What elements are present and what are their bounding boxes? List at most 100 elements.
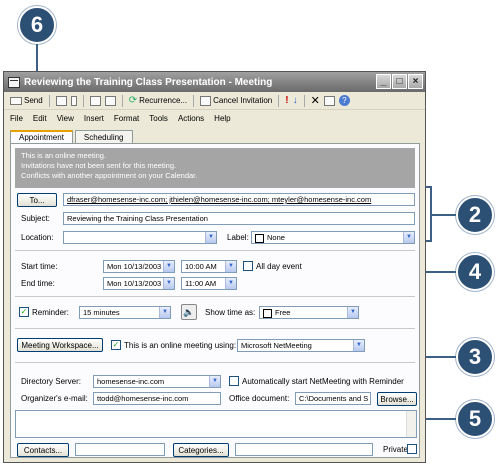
chevron-down-icon[interactable]: ▼ bbox=[159, 307, 170, 318]
toolbar-separator bbox=[303, 94, 305, 107]
divider bbox=[15, 296, 415, 297]
info-line: Invitations have not been sent for this … bbox=[21, 161, 177, 170]
contacts-field[interactable] bbox=[75, 443, 165, 456]
menu-format[interactable]: Format bbox=[114, 114, 139, 123]
title-bar: Reviewing the Training Class Presentatio… bbox=[4, 72, 425, 92]
online-meeting-label: This is an online meeting using: bbox=[124, 341, 237, 350]
browse-button[interactable]: Browse... bbox=[377, 392, 417, 406]
online-meeting-dropdown[interactable]: Microsoft NetMeeting ▼ bbox=[237, 339, 365, 352]
meeting-workspace-button[interactable]: Meeting Workspace... bbox=[17, 338, 103, 352]
close-button[interactable]: × bbox=[408, 74, 423, 89]
high-importance-icon[interactable]: ! bbox=[285, 95, 288, 106]
notes-area[interactable] bbox=[15, 410, 417, 438]
directory-server-dropdown[interactable]: homesense-inc.com ▼ bbox=[93, 375, 221, 388]
send-icon bbox=[10, 96, 22, 105]
chevron-down-icon[interactable]: ▼ bbox=[163, 261, 174, 272]
private-label: Private bbox=[383, 445, 408, 454]
divider bbox=[15, 362, 415, 363]
menu-edit[interactable]: Edit bbox=[33, 114, 47, 123]
maximize-button[interactable]: □ bbox=[392, 74, 407, 89]
chevron-down-icon[interactable]: ▼ bbox=[209, 376, 220, 387]
minimize-button[interactable]: _ bbox=[376, 74, 391, 89]
reminder-checkbox[interactable]: ✓ bbox=[19, 307, 29, 317]
chevron-down-icon[interactable]: ▼ bbox=[225, 261, 236, 272]
to-button[interactable]: To... bbox=[17, 193, 57, 207]
recurrence-button[interactable]: ⟳ Recurrence... bbox=[129, 95, 187, 106]
toolbar-separator bbox=[278, 94, 280, 107]
info-line: Conflicts with another appointment on yo… bbox=[21, 171, 198, 180]
free-swatch bbox=[263, 308, 272, 318]
menu-tools[interactable]: Tools bbox=[149, 114, 168, 123]
callout-6: 6 bbox=[18, 6, 56, 44]
auto-start-checkbox[interactable] bbox=[229, 376, 239, 386]
delete-icon[interactable]: ✕ bbox=[311, 94, 320, 107]
location-label: Location: bbox=[21, 233, 54, 242]
chevron-down-icon[interactable]: ▼ bbox=[225, 278, 236, 289]
tab-appointment[interactable]: Appointment bbox=[10, 130, 73, 144]
toolbar-separator bbox=[193, 94, 195, 107]
appointment-panel: This is an online meeting. Invitations h… bbox=[10, 143, 420, 458]
label-dropdown[interactable]: None ▼ bbox=[251, 231, 415, 244]
cancel-invitation-button[interactable]: Cancel Invitation bbox=[200, 95, 272, 106]
all-day-checkbox[interactable] bbox=[243, 261, 253, 271]
subject-field[interactable]: Reviewing the Training Class Presentatio… bbox=[63, 212, 415, 225]
menu-bar: File Edit View Insert Format Tools Actio… bbox=[4, 110, 425, 126]
notes-scrollbar[interactable] bbox=[406, 411, 416, 437]
chevron-down-icon[interactable]: ▼ bbox=[205, 232, 216, 243]
office-document-label: Office document: bbox=[229, 394, 290, 403]
callout-2-line bbox=[432, 214, 456, 216]
show-time-as-label: Show time as: bbox=[205, 308, 256, 317]
paperclip-icon[interactable] bbox=[70, 95, 77, 106]
end-time-label: End time: bbox=[21, 279, 55, 288]
window-title: Reviewing the Training Class Presentatio… bbox=[24, 76, 273, 88]
directory-server-label: Directory Server: bbox=[21, 377, 82, 386]
help-icon[interactable]: ? bbox=[338, 95, 350, 106]
chevron-down-icon[interactable]: ▼ bbox=[403, 232, 414, 243]
to-field[interactable]: dfraser@homesense-inc.com; jthielen@home… bbox=[63, 193, 415, 206]
address-book-icon[interactable] bbox=[89, 95, 101, 106]
online-meeting-checkbox[interactable]: ✓ bbox=[111, 340, 121, 350]
toolbar-separator bbox=[48, 94, 50, 107]
menu-actions[interactable]: Actions bbox=[178, 114, 204, 123]
organizer-email-field[interactable]: ttodd@homesense-inc.com bbox=[93, 392, 221, 405]
tab-scheduling[interactable]: Scheduling bbox=[74, 130, 133, 144]
subject-label: Subject: bbox=[21, 214, 50, 223]
divider bbox=[15, 250, 415, 251]
reminder-sound-icon[interactable]: 🔈 bbox=[181, 304, 197, 320]
reminder-dropdown[interactable]: 15 minutes ▼ bbox=[79, 306, 171, 319]
toolbar-separator bbox=[82, 94, 84, 107]
categories-field[interactable] bbox=[235, 443, 373, 456]
meeting-window: Reviewing the Training Class Presentatio… bbox=[3, 71, 426, 463]
menu-insert[interactable]: Insert bbox=[84, 114, 104, 123]
end-time-field[interactable]: 11:00 AM ▼ bbox=[181, 277, 237, 290]
chevron-down-icon[interactable]: ▼ bbox=[347, 307, 358, 318]
location-field[interactable]: ▼ bbox=[63, 231, 217, 244]
label-color-swatch bbox=[255, 233, 264, 243]
tab-strip: Appointment Scheduling bbox=[10, 130, 135, 144]
check-names-icon[interactable] bbox=[104, 95, 116, 106]
send-button[interactable]: Send bbox=[10, 96, 43, 105]
label-label: Label: bbox=[227, 233, 249, 242]
office-document-field[interactable]: C:\Documents and S bbox=[295, 392, 371, 405]
end-date-field[interactable]: Mon 10/13/2003 ▼ bbox=[103, 277, 175, 290]
menu-file[interactable]: File bbox=[10, 114, 23, 123]
start-time-field[interactable]: 10:00 AM ▼ bbox=[181, 260, 237, 273]
menu-help[interactable]: Help bbox=[214, 114, 230, 123]
start-date-field[interactable]: Mon 10/13/2003 ▼ bbox=[103, 260, 175, 273]
toolbar: Send ⟳ Recurrence... Cancel Invitation !… bbox=[4, 92, 425, 110]
categories-button[interactable]: Categories... bbox=[173, 443, 229, 457]
chevron-down-icon[interactable]: ▼ bbox=[353, 340, 364, 351]
print-icon[interactable] bbox=[55, 95, 67, 106]
show-time-as-dropdown[interactable]: Free ▼ bbox=[259, 306, 359, 319]
meeting-icon bbox=[8, 76, 20, 88]
auto-start-label: Automatically start NetMeeting with Remi… bbox=[242, 377, 404, 386]
callout-5: 5 bbox=[456, 400, 494, 438]
private-checkbox[interactable] bbox=[407, 444, 417, 454]
info-bar: This is an online meeting. Invitations h… bbox=[15, 148, 415, 188]
contacts-button[interactable]: Contacts... bbox=[17, 443, 69, 457]
low-importance-icon[interactable]: ↓ bbox=[293, 95, 298, 106]
menu-view[interactable]: View bbox=[57, 114, 74, 123]
invite-attendees-icon[interactable] bbox=[323, 95, 335, 106]
callout-3: 3 bbox=[456, 338, 494, 376]
chevron-down-icon[interactable]: ▼ bbox=[163, 278, 174, 289]
